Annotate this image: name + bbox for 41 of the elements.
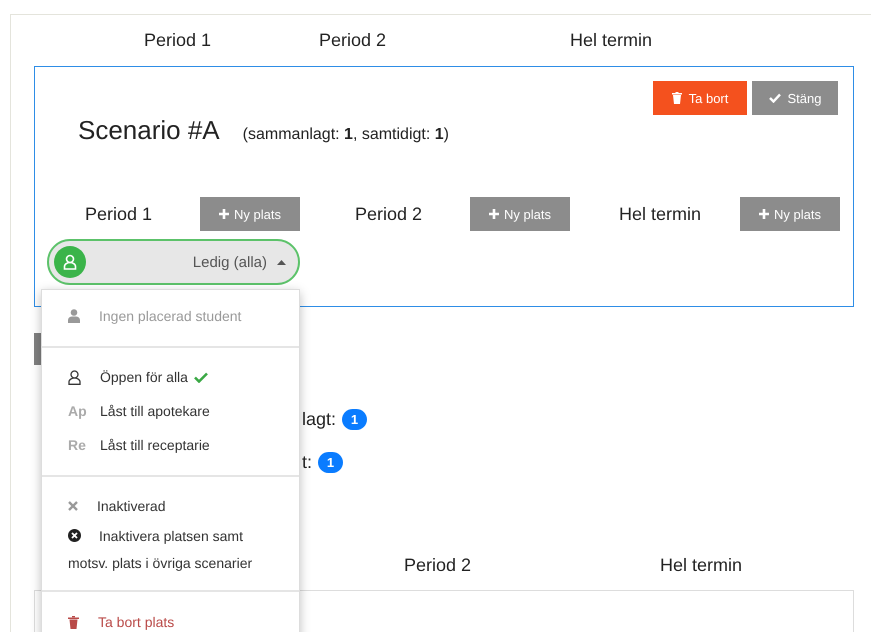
slot-dropdown[interactable]: Ledig (alla) xyxy=(47,239,300,285)
x-icon xyxy=(68,501,78,511)
person-icon xyxy=(54,246,86,278)
menu-item[interactable]: Re Låst till receptarie xyxy=(42,428,299,462)
caret-icon xyxy=(277,259,286,265)
count-badge: 1 xyxy=(318,452,344,473)
scenario-title: Scenario #A xyxy=(78,115,220,146)
menu-item[interactable]: Ap Låst till apotekare xyxy=(42,394,299,428)
trash-icon xyxy=(672,92,682,104)
person-icon xyxy=(68,370,81,384)
check-icon xyxy=(768,93,780,103)
trash-icon xyxy=(68,616,79,628)
circle-x-icon xyxy=(68,529,81,542)
new-slot-button[interactable]: Ny plats xyxy=(740,197,840,231)
scenario-summary: (sammanlagt: 1, samtidigt: 1) xyxy=(242,126,449,144)
period-label: Period 1 xyxy=(85,204,154,224)
role-tag: Ap xyxy=(68,403,100,419)
count-badge: 1 xyxy=(342,409,368,430)
plus-icon xyxy=(219,209,230,219)
menu-item[interactable]: Inaktivera platsen samt motsv. plats i övriga scenarier xyxy=(42,523,299,577)
delete-button[interactable]: Ta bort xyxy=(653,81,747,115)
summary-text: lagt: xyxy=(302,409,336,430)
new-slot-button[interactable]: Ny plats xyxy=(200,197,300,231)
summary-text: t: xyxy=(302,452,312,473)
column-heading: Period 2 xyxy=(319,30,386,51)
period-label: Period 2 xyxy=(355,204,424,224)
column-heading: Hel termin xyxy=(660,554,742,576)
column-heading: Period 2 xyxy=(404,554,472,576)
period-label: Hel termin xyxy=(619,204,702,224)
column-heading: Period 1 xyxy=(144,30,212,51)
menu-item[interactable]: Öppen för alla xyxy=(42,360,299,394)
close-button[interactable]: Stäng xyxy=(752,81,838,115)
check-icon xyxy=(194,372,208,382)
column-heading: Hel termin xyxy=(570,30,652,51)
person-icon xyxy=(68,309,80,323)
menu-item[interactable]: Ta bort plats xyxy=(42,605,299,632)
plus-icon xyxy=(489,209,500,219)
new-slot-button[interactable]: Ny plats xyxy=(470,197,570,231)
menu-item[interactable]: Inaktiverad xyxy=(42,489,299,523)
plus-icon xyxy=(759,209,770,219)
role-tag: Re xyxy=(68,437,100,453)
